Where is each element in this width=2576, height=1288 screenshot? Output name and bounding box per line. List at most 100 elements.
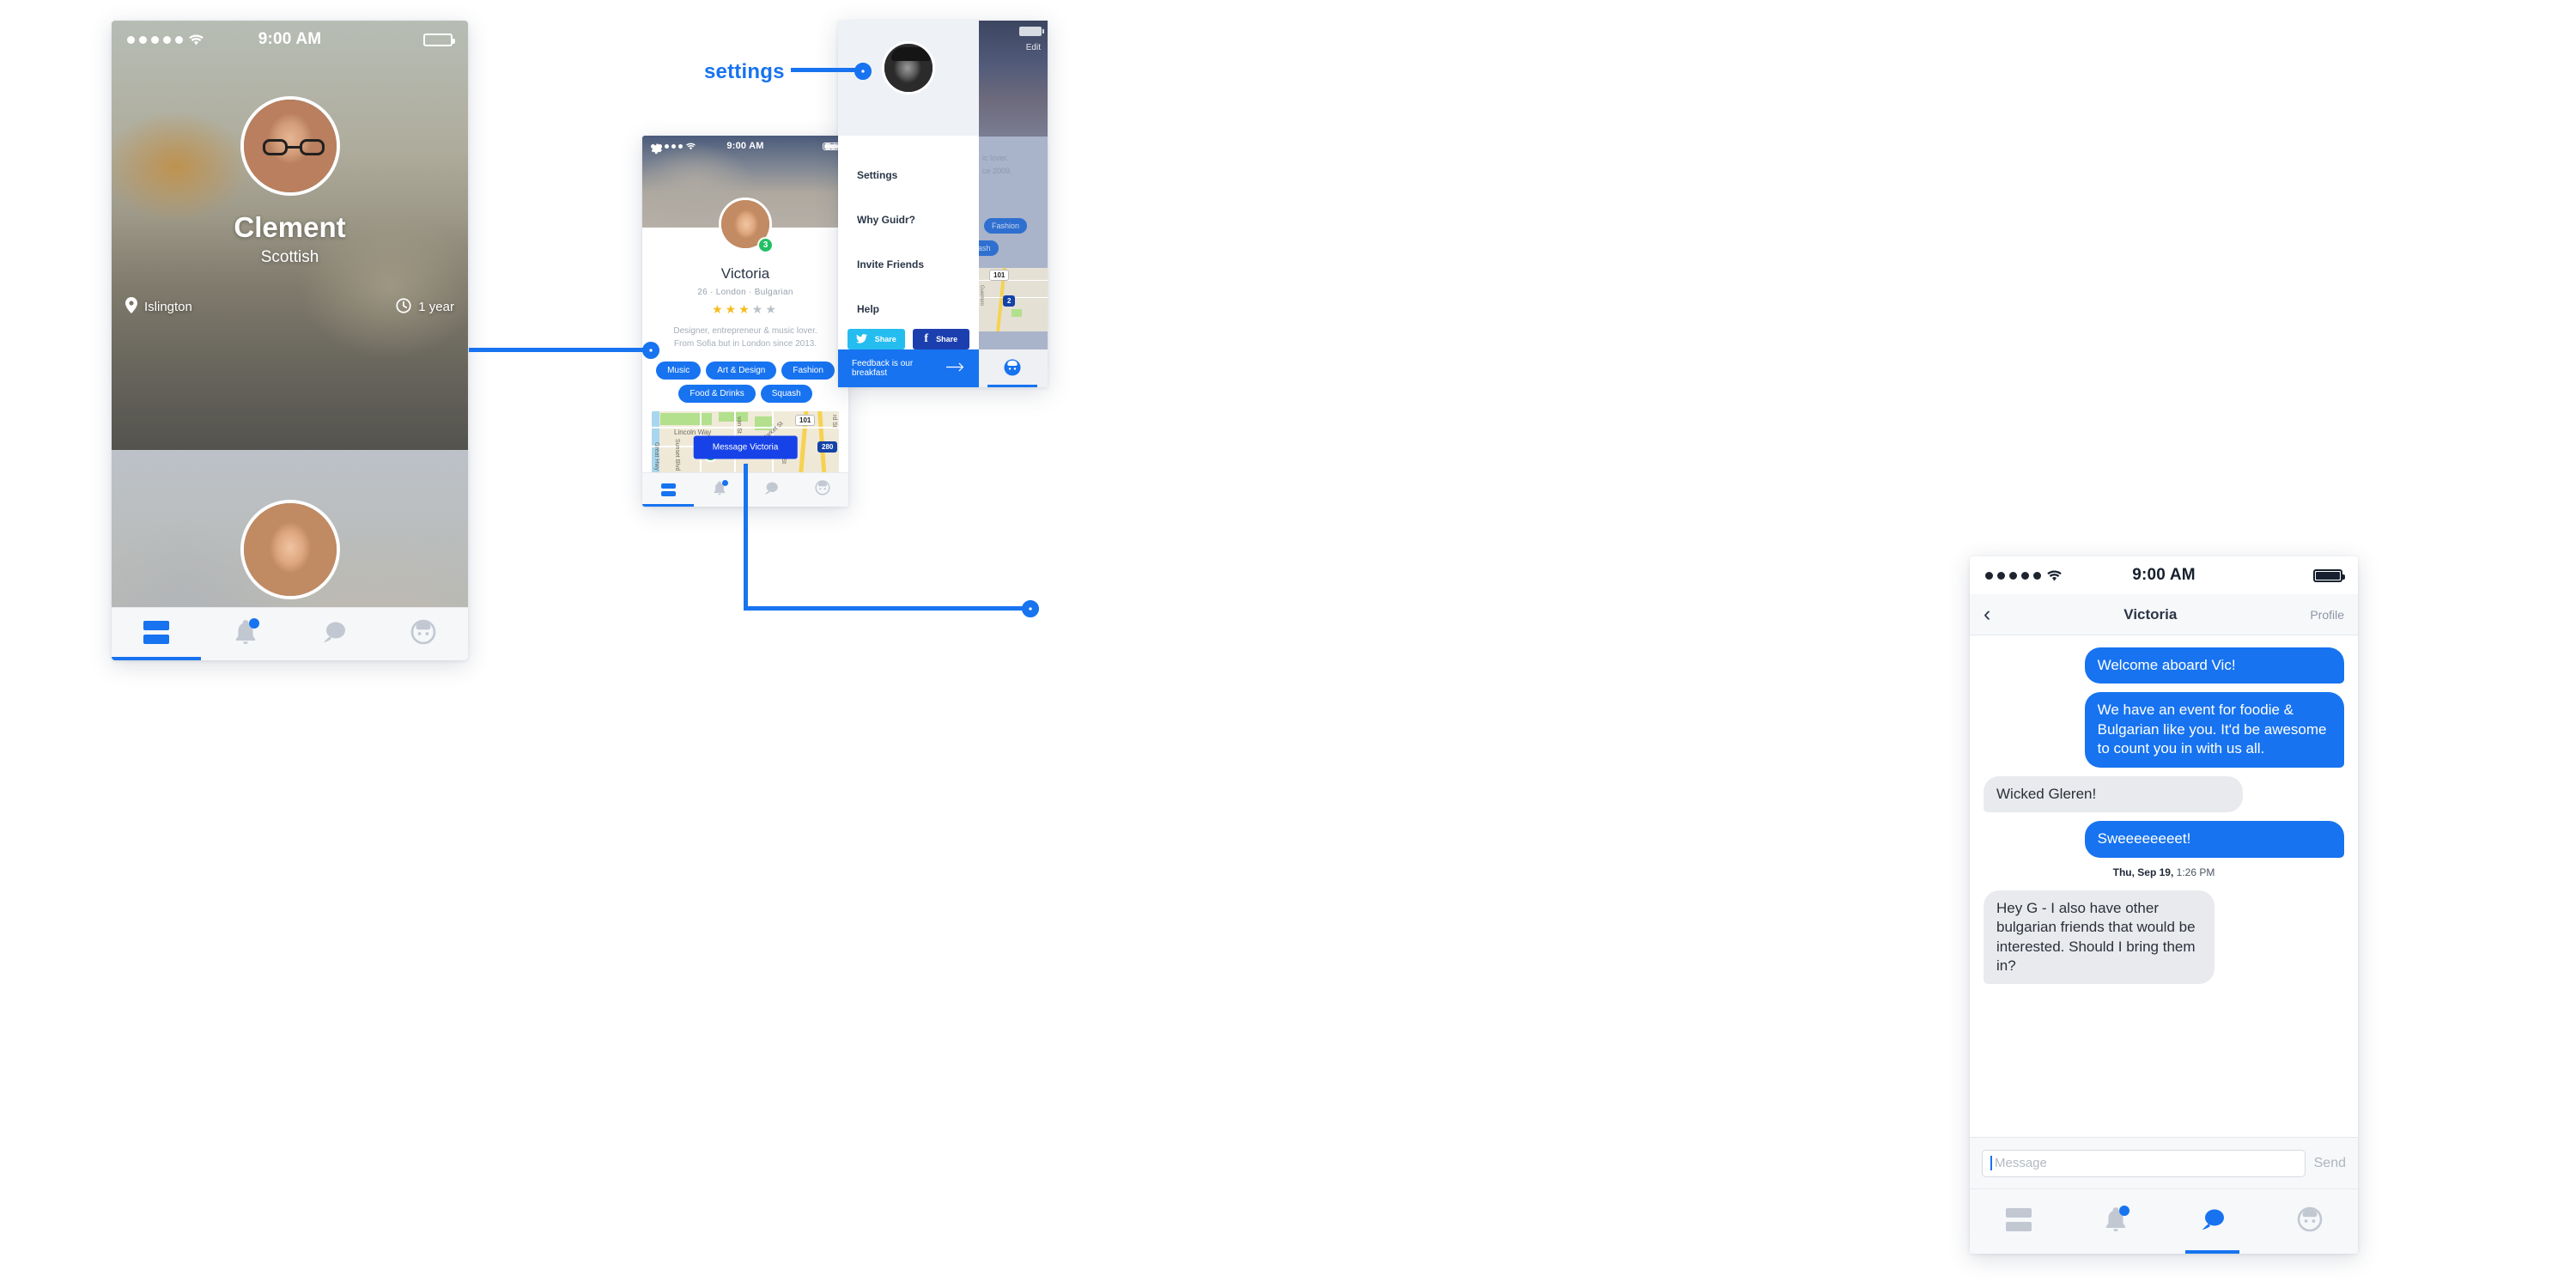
card-meta-row: Islington 1 year: [125, 297, 454, 317]
screenshot-canvas: 9:00 AM Clement Scottish Islington 1 yea…: [0, 0, 2576, 1288]
route-shield-280: 280: [817, 441, 838, 453]
tab-feed[interactable]: [1970, 1189, 2067, 1254]
feedback-banner[interactable]: Feedback is our breakfast: [838, 349, 979, 387]
annotation-line-settings: [791, 68, 863, 72]
map-dim[interactable]: 101 2 Guerrero: [977, 268, 1048, 331]
map-park: [719, 412, 748, 422]
map-park: [1012, 309, 1022, 317]
chat-title: Victoria: [2123, 605, 2178, 623]
bell-icon: [713, 479, 728, 500]
star-icon: ★: [725, 302, 739, 316]
message-button[interactable]: Message Victoria: [693, 435, 798, 459]
badge-dot: [722, 479, 728, 486]
route-shield-101: 101: [795, 415, 816, 426]
dimmed-profile-behind[interactable]: Edit ic lover. ce 2009. Fashion ash 101 …: [977, 21, 1048, 387]
annotation-dot-profile: [642, 342, 659, 359]
drawer-item-invite-friends[interactable]: Invite Friends: [838, 242, 979, 287]
tag-food-drinks[interactable]: Food & Drinks: [678, 385, 756, 403]
drawer-item-settings[interactable]: Settings: [838, 153, 979, 197]
chat-bubble-outgoing: Sweeeeeeeet!: [2084, 821, 2344, 858]
badge-dot: [248, 618, 259, 629]
annotation-line-chat-vertical: [744, 464, 748, 610]
status-bar: 9:00 AM: [1970, 556, 2358, 594]
tag-art-design[interactable]: Art & Design: [706, 361, 777, 380]
share-label: Share: [874, 335, 896, 343]
tag-music[interactable]: Music: [656, 361, 702, 380]
avatar-glasses-icon: [262, 139, 325, 155]
avatar[interactable]: [240, 96, 340, 196]
status-bar: 9:00 AM: [112, 21, 468, 58]
route-shield-101: 101: [989, 270, 1010, 281]
person-icon: [2297, 1206, 2323, 1236]
chevron-left-icon[interactable]: ‹: [1984, 604, 1990, 625]
map-park: [660, 413, 712, 425]
message-input[interactable]: Message: [1982, 1149, 2306, 1177]
battery-icon: [1019, 27, 1044, 36]
tab-activity[interactable]: [694, 473, 745, 507]
status-time: 9:00 AM: [726, 141, 764, 151]
annotation-line-profile: [469, 348, 651, 352]
annotation-dot-settings: [854, 63, 872, 80]
feed-icon: [143, 620, 169, 648]
edit-button[interactable]: Edit: [1026, 43, 1041, 52]
user-avatar[interactable]: [882, 41, 935, 94]
tab-feed[interactable]: [112, 608, 201, 660]
drawer-item-help[interactable]: Help: [838, 287, 979, 331]
star-icon: ★: [765, 302, 779, 316]
avatar[interactable]: [240, 500, 340, 599]
feed-icon: [660, 483, 676, 496]
chat-nav-bar: ‹ Victoria Profile: [1970, 594, 2358, 635]
drawer-menu: Settings Why Guidr? Invite Friends Help: [838, 136, 979, 331]
person-icon: [410, 619, 436, 649]
unread-badge: 3: [757, 237, 774, 253]
chat-icon: [763, 481, 779, 500]
tab-profile[interactable]: [2261, 1189, 2358, 1254]
chat-bubble-outgoing: We have an event for foodie & Bulgarian …: [2084, 692, 2344, 768]
tab-messages[interactable]: [2164, 1189, 2261, 1254]
bottom-tab-bar: [1970, 1188, 2358, 1254]
send-button[interactable]: Send: [2314, 1156, 2346, 1171]
tag-squash-dim[interactable]: ash: [977, 240, 999, 256]
hero-photo-dim: [977, 21, 1048, 137]
profile-link[interactable]: Profile: [2310, 608, 2344, 622]
tag-squash[interactable]: Squash: [760, 385, 812, 403]
drawer-item-why-guidr[interactable]: Why Guidr?: [838, 197, 979, 242]
chat-message-list[interactable]: Welcome aboard Vic! We have an event for…: [1970, 635, 2358, 1137]
badge-dot: [2118, 1206, 2129, 1216]
map-label-rd-st: rd St: [831, 415, 837, 428]
bio-fragment-2: ce 2009.: [982, 167, 1012, 175]
feed-card-clement[interactable]: 9:00 AM Clement Scottish Islington 1 yea…: [112, 21, 468, 450]
tag-fashion-dim[interactable]: Fashion: [984, 218, 1028, 234]
route-shield-280: 2: [1003, 295, 1016, 307]
share-label: Share: [936, 335, 958, 343]
chat-phone: 9:00 AM ‹ Victoria Profile Welcome aboar…: [1970, 556, 2358, 1254]
tab-activity[interactable]: [201, 608, 290, 660]
rating-stars[interactable]: ★★★★★: [642, 302, 848, 317]
chat-bubble-incoming: Hey G - I also have other bulgarian frie…: [1984, 890, 2215, 985]
interest-tags: Music Art & Design Fashion Food & Drinks…: [653, 361, 838, 403]
chat-icon: [321, 620, 347, 648]
twitter-share-button[interactable]: Share: [848, 329, 905, 349]
chat-icon: [2200, 1207, 2226, 1236]
tab-profile[interactable]: [797, 473, 848, 507]
profile-phone: 9:00 AM Edit 3 Victoria 26 · London · Bu…: [642, 136, 848, 507]
gear-icon[interactable]: [650, 143, 664, 161]
tab-feed[interactable]: [642, 473, 694, 507]
feed-scroll-area[interactable]: 9:00 AM Clement Scottish Islington 1 yea…: [112, 21, 468, 660]
star-icon: ★: [712, 302, 726, 316]
person-icon[interactable]: [1003, 358, 1022, 381]
timestamp-time: 1:26 PM: [2176, 866, 2215, 878]
tab-activity[interactable]: [2067, 1189, 2164, 1254]
tag-fashion[interactable]: Fashion: [781, 361, 835, 380]
bell-icon: [234, 618, 259, 649]
tab-messages[interactable]: [290, 608, 380, 660]
avatar-hat-icon: [891, 47, 931, 61]
status-time: 9:00 AM: [2132, 566, 2196, 584]
facebook-share-button[interactable]: f Share: [912, 329, 969, 349]
annotation-dot-chat: [1022, 600, 1039, 617]
chat-bubble-outgoing: Welcome aboard Vic!: [2084, 647, 2344, 684]
tab-messages[interactable]: [745, 473, 797, 507]
tab-profile[interactable]: [379, 608, 468, 660]
clock-icon: [396, 297, 411, 317]
message-placeholder: Message: [1995, 1156, 2047, 1170]
